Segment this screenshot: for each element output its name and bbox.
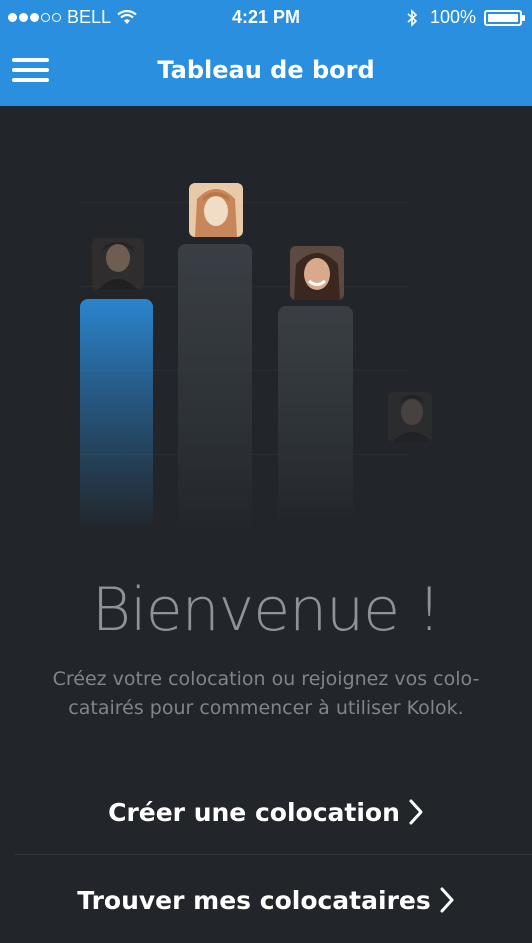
avatar: [388, 392, 432, 442]
divider: [14, 854, 532, 855]
status-right: 100%: [406, 7, 525, 28]
status-bar: BELL 4:21 PM 100%: [0, 0, 532, 36]
welcome-illustration: [0, 106, 532, 536]
welcome-description: Créez votre colocation ou rejoignez vos …: [52, 668, 480, 719]
bluetooth-icon: [407, 8, 418, 27]
page-title: Tableau de bord: [157, 56, 375, 84]
create-colocation-label: Créer une colocation: [108, 797, 400, 827]
battery-icon: [484, 9, 525, 26]
welcome-title: Bienvenue !: [91, 575, 441, 645]
illustration-bar: [178, 244, 252, 534]
create-colocation-button[interactable]: Créer une colocation: [0, 792, 532, 832]
avatar: [290, 246, 344, 300]
nav-bar: Tableau de bord: [0, 36, 532, 106]
find-colocataires-button[interactable]: Trouver mes colocataires: [0, 880, 532, 920]
find-colocataires-label: Trouver mes colocataires: [77, 885, 431, 915]
battery-percent: 100%: [429, 7, 476, 27]
grid-line: [80, 202, 410, 203]
avatar: [92, 238, 144, 290]
chevron-right-icon: [440, 887, 454, 913]
chevron-right-icon: [409, 799, 423, 825]
avatar: [189, 183, 243, 237]
illustration-bar-highlighted: [80, 299, 153, 529]
illustration-bar: [278, 306, 353, 526]
